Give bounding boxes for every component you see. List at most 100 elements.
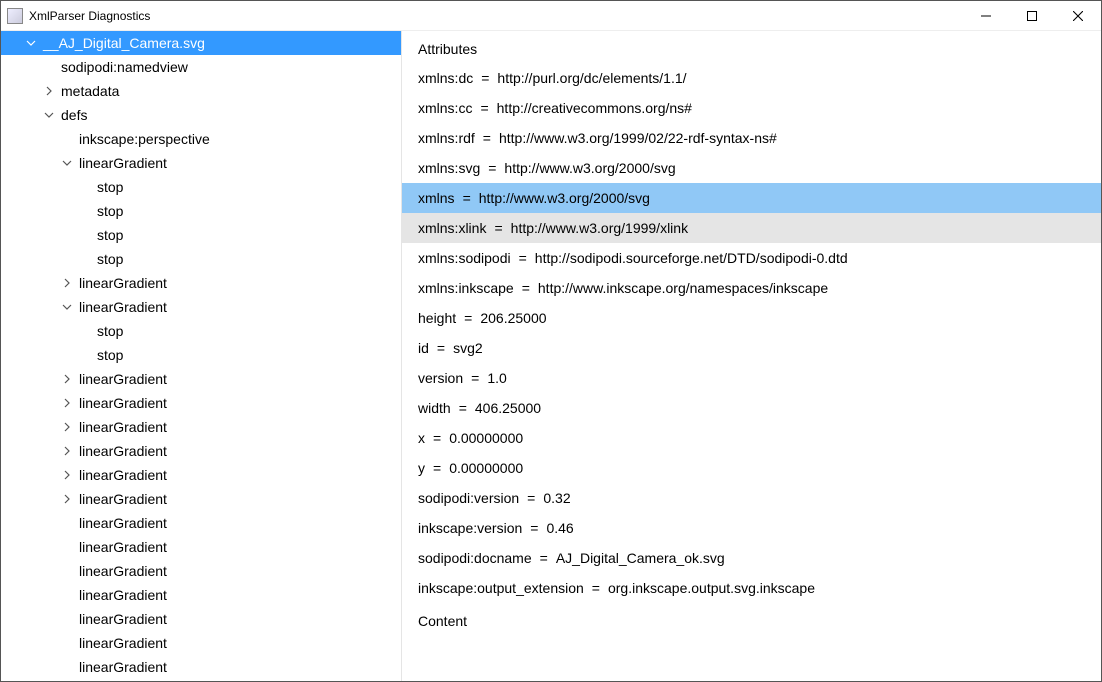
attribute-value: http://www.w3.org/1999/xlink <box>511 220 688 236</box>
tree-item-label: linearGradient <box>77 419 167 435</box>
tree-item[interactable]: linearGradient <box>1 439 401 463</box>
tree-item-label: stop <box>95 203 123 219</box>
maximize-button[interactable] <box>1009 1 1055 30</box>
attribute-name: id <box>418 340 429 356</box>
attribute-row[interactable]: xmlns:cc=http://creativecommons.org/ns# <box>402 93 1101 123</box>
attribute-name: xmlns:xlink <box>418 220 486 236</box>
chevron-spacer <box>59 131 75 147</box>
chevron-spacer <box>77 251 93 267</box>
tree-item[interactable]: linearGradient <box>1 271 401 295</box>
attribute-name: y <box>418 460 425 476</box>
equals-sign: = <box>437 340 445 356</box>
tree-item-label: linearGradient <box>77 611 167 627</box>
tree-item[interactable]: metadata <box>1 79 401 103</box>
tree-item[interactable]: linearGradient <box>1 295 401 319</box>
chevron-right-icon[interactable] <box>59 491 75 507</box>
equals-sign: = <box>481 70 489 86</box>
chevron-right-icon[interactable] <box>59 275 75 291</box>
tree-pane[interactable]: __AJ_Digital_Camera.svgsodipodi:namedvie… <box>1 31 401 681</box>
tree-item[interactable]: linearGradient <box>1 151 401 175</box>
chevron-down-icon[interactable] <box>59 299 75 315</box>
details-pane[interactable]: Attributesxmlns:dc=http://purl.org/dc/el… <box>401 31 1101 681</box>
tree-item[interactable]: linearGradient <box>1 535 401 559</box>
attribute-row[interactable]: inkscape:version=0.46 <box>402 513 1101 543</box>
tree-item[interactable]: stop <box>1 319 401 343</box>
app-icon <box>7 8 23 24</box>
attribute-row[interactable]: xmlns:svg=http://www.w3.org/2000/svg <box>402 153 1101 183</box>
chevron-right-icon[interactable] <box>59 443 75 459</box>
equals-sign: = <box>463 190 471 206</box>
chevron-down-icon[interactable] <box>23 35 39 51</box>
attribute-row[interactable]: y=0.00000000 <box>402 453 1101 483</box>
attribute-row[interactable]: xmlns:rdf=http://www.w3.org/1999/02/22-r… <box>402 123 1101 153</box>
tree-item-label: linearGradient <box>77 155 167 171</box>
attribute-name: xmlns:inkscape <box>418 280 514 296</box>
tree-item-label: linearGradient <box>77 275 167 291</box>
attribute-value: 406.25000 <box>475 400 541 416</box>
tree-item[interactable]: linearGradient <box>1 559 401 583</box>
attribute-value: AJ_Digital_Camera_ok.svg <box>556 550 725 566</box>
minimize-button[interactable] <box>963 1 1009 30</box>
chevron-down-icon[interactable] <box>41 107 57 123</box>
tree-item[interactable]: stop <box>1 223 401 247</box>
attribute-row[interactable]: sodipodi:docname=AJ_Digital_Camera_ok.sv… <box>402 543 1101 573</box>
window-title: XmlParser Diagnostics <box>29 9 963 23</box>
tree-item[interactable]: linearGradient <box>1 415 401 439</box>
content-header: Content <box>402 603 1101 635</box>
tree-item[interactable]: linearGradient <box>1 391 401 415</box>
tree-item[interactable]: stop <box>1 199 401 223</box>
attribute-row[interactable]: version=1.0 <box>402 363 1101 393</box>
equals-sign: = <box>480 100 488 116</box>
tree-item[interactable]: linearGradient <box>1 367 401 391</box>
equals-sign: = <box>494 220 502 236</box>
tree-item[interactable]: __AJ_Digital_Camera.svg <box>1 31 401 55</box>
tree-item[interactable]: linearGradient <box>1 607 401 631</box>
attribute-row[interactable]: xmlns:sodipodi=http://sodipodi.sourcefor… <box>402 243 1101 273</box>
attribute-name: xmlns:svg <box>418 160 480 176</box>
equals-sign: = <box>530 520 538 536</box>
attribute-value: http://www.w3.org/2000/svg <box>479 190 650 206</box>
tree-item[interactable]: linearGradient <box>1 511 401 535</box>
tree-item-label: linearGradient <box>77 395 167 411</box>
attribute-row[interactable]: x=0.00000000 <box>402 423 1101 453</box>
attribute-row[interactable]: id=svg2 <box>402 333 1101 363</box>
tree-item[interactable]: linearGradient <box>1 583 401 607</box>
chevron-down-icon[interactable] <box>59 155 75 171</box>
equals-sign: = <box>483 130 491 146</box>
attribute-row[interactable]: sodipodi:version=0.32 <box>402 483 1101 513</box>
tree-item-label: linearGradient <box>77 491 167 507</box>
tree-item[interactable]: stop <box>1 247 401 271</box>
equals-sign: = <box>433 460 441 476</box>
attribute-row[interactable]: xmlns:xlink = http://www.w3.org/1999/xlink <box>402 213 1101 243</box>
tree-item[interactable]: defs <box>1 103 401 127</box>
tree-item[interactable]: stop <box>1 175 401 199</box>
attribute-row[interactable]: inkscape:output_extension=org.inkscape.o… <box>402 573 1101 603</box>
attribute-row[interactable]: height=206.25000 <box>402 303 1101 333</box>
tree-item-label: stop <box>95 347 123 363</box>
attribute-name: inkscape:version <box>418 520 522 536</box>
attribute-row[interactable]: width=406.25000 <box>402 393 1101 423</box>
tree-item[interactable]: linearGradient <box>1 463 401 487</box>
titlebar: XmlParser Diagnostics <box>1 1 1101 31</box>
tree-item[interactable]: inkscape:perspective <box>1 127 401 151</box>
chevron-right-icon[interactable] <box>59 395 75 411</box>
tree-item[interactable]: stop <box>1 343 401 367</box>
equals-sign: = <box>459 400 467 416</box>
tree-item-label: stop <box>95 179 123 195</box>
attribute-row[interactable]: xmlns=http://www.w3.org/2000/svg <box>402 183 1101 213</box>
attribute-row[interactable]: xmlns:inkscape=http://www.inkscape.org/n… <box>402 273 1101 303</box>
close-button[interactable] <box>1055 1 1101 30</box>
tree-item-label: linearGradient <box>77 659 167 675</box>
attribute-row[interactable]: xmlns:dc=http://purl.org/dc/elements/1.1… <box>402 63 1101 93</box>
tree-item[interactable]: linearGradient <box>1 655 401 679</box>
chevron-right-icon[interactable] <box>59 467 75 483</box>
chevron-right-icon[interactable] <box>41 83 57 99</box>
chevron-right-icon[interactable] <box>59 419 75 435</box>
tree-item[interactable]: linearGradient <box>1 631 401 655</box>
tree-item[interactable]: linearGradient <box>1 487 401 511</box>
chevron-spacer <box>59 515 75 531</box>
equals-sign: = <box>488 160 496 176</box>
tree-item[interactable]: sodipodi:namedview <box>1 55 401 79</box>
chevron-right-icon[interactable] <box>59 371 75 387</box>
equals-sign: = <box>519 250 527 266</box>
